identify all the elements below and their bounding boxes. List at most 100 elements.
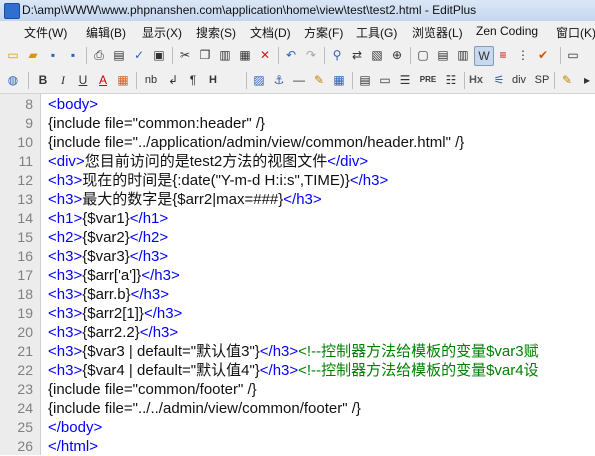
nbsp-button[interactable]: nb — [140, 71, 162, 89]
line-number: 19 — [17, 305, 33, 321]
new-file-icon[interactable]: ▭ — [4, 46, 22, 64]
goto-icon[interactable]: ⊕ — [388, 46, 406, 64]
code-line[interactable]: 10 {include file="../application/admin/vi… — [0, 133, 595, 152]
italic-button[interactable]: I — [54, 71, 72, 89]
heading-button[interactable]: H — [204, 71, 222, 89]
save-icon[interactable]: ▪ — [44, 46, 62, 64]
ruler-icon[interactable]: ≡ — [494, 46, 512, 64]
code-line[interactable]: 12 <h3>现在的时间是{:date("Y-m-d H:i:s",TIME)}<… — [0, 171, 595, 190]
hr-icon[interactable]: — — [290, 71, 308, 89]
list-icon[interactable]: ☷ — [442, 71, 460, 89]
comment-token: <!--控制器方法给模板的变量$var4设 — [298, 362, 539, 379]
menu-browser[interactable]: 浏览器(L) — [412, 24, 463, 41]
span-button[interactable]: SP — [532, 71, 552, 89]
line-code: <h3>{$arr['a']}</h3> — [48, 266, 180, 285]
directory-icon[interactable]: ▥ — [454, 46, 472, 64]
menu-search[interactable]: 搜索(S) — [196, 24, 236, 41]
replace-icon[interactable]: ⇄ — [348, 46, 366, 64]
open-folder-icon[interactable]: ▰ — [24, 46, 42, 64]
menu-zen-coding[interactable]: Zen Coding — [476, 24, 538, 38]
comment-token: <!--控制器方法给模板的变量$var3赋 — [298, 343, 539, 360]
code-line[interactable]: 19 <h3>{$arr2[1]}</h3> — [0, 304, 595, 323]
line-number-icon[interactable]: ⋮ — [514, 46, 532, 64]
comment-pencil-icon[interactable]: ✎ — [310, 71, 328, 89]
delete-icon[interactable]: ✕ — [256, 46, 274, 64]
line-number: 16 — [17, 248, 33, 264]
line-code: <h3>{$var3}</h3> — [48, 247, 168, 266]
code-line[interactable]: 16 <h3>{$var3}</h3> — [0, 247, 595, 266]
input-field-icon[interactable]: ▭ — [376, 71, 394, 89]
line-number: 15 — [17, 229, 33, 245]
form-icon[interactable]: ▤ — [356, 71, 374, 89]
code-line[interactable]: 15 <h2>{$var2}</h2> — [0, 228, 595, 247]
redo-icon[interactable]: ↷ — [302, 46, 320, 64]
save-all-icon[interactable]: ▪ — [64, 46, 82, 64]
html-tag-token: </div> — [327, 153, 369, 170]
code-line[interactable]: 24 {include file="../../admin/view/common… — [0, 399, 595, 418]
copy-icon[interactable]: ❐ — [196, 46, 214, 64]
font-color-icon[interactable]: A — [94, 71, 112, 89]
menu-edit[interactable]: 编辑(B) — [86, 24, 126, 41]
cut-icon[interactable]: ✂ — [176, 46, 194, 64]
fullscreen-icon[interactable]: ▢ — [414, 46, 432, 64]
anchor-icon[interactable]: ⚓ — [270, 71, 288, 89]
code-line[interactable]: 18 <h3>{$arr.b}</h3> — [0, 285, 595, 304]
menu-tools[interactable]: 工具(G) — [356, 24, 397, 41]
css-icon[interactable]: ⚟ — [490, 71, 508, 89]
align-icon[interactable]: ☰ — [396, 71, 414, 89]
line-number: 9 — [25, 115, 33, 131]
bold-button[interactable]: B — [34, 71, 52, 89]
code-line[interactable]: 23 {include file="common/footer" /} — [0, 380, 595, 399]
menu-file[interactable]: 文件(W) — [24, 24, 67, 41]
code-line[interactable]: 22 <h3>{$var4 | default="默认值4"}</h3><!--控… — [0, 361, 595, 380]
browser-globe-icon[interactable]: ◍ — [4, 71, 22, 89]
text-token: {include file="common/footer" /} — [48, 381, 257, 398]
code-line[interactable]: 20 <h3>{$arr2.2}</h3> — [0, 323, 595, 342]
menu-view[interactable]: 显示(X) — [142, 24, 182, 41]
image-icon[interactable]: ▨ — [250, 71, 268, 89]
underline-button[interactable]: U — [74, 71, 92, 89]
table-icon[interactable]: ▦ — [330, 71, 348, 89]
color-palette-icon[interactable]: ▦ — [114, 71, 132, 89]
check-mark-icon[interactable]: ✔ — [534, 46, 552, 64]
code-line[interactable]: 8 <body> — [0, 95, 595, 114]
code-line[interactable]: 13 <h3>最大的数字是{$arr2|max=###}</h3> — [0, 190, 595, 209]
code-line[interactable]: 26 </html> — [0, 437, 595, 456]
paragraph-button[interactable]: ¶ — [184, 71, 202, 89]
line-code: {include file="../application/admin/view… — [48, 133, 464, 152]
find-in-files-icon[interactable]: ▧ — [368, 46, 386, 64]
code-line[interactable]: 9 {include file="common:header" /} — [0, 114, 595, 133]
code-line[interactable]: 17 <h3>{$arr['a']}</h3> — [0, 266, 595, 285]
window-list-icon[interactable]: ▤ — [434, 46, 452, 64]
paste-icon[interactable]: ▥ — [216, 46, 234, 64]
menu-document[interactable]: 文档(D) — [250, 24, 291, 41]
editplus-app-icon — [4, 3, 20, 19]
output-window-icon[interactable]: ▭ — [564, 46, 582, 64]
more-icon[interactable]: ▸ — [578, 71, 595, 89]
pre-button[interactable]: PRE — [416, 71, 440, 89]
text-token: {$var1} — [82, 210, 130, 227]
div-button[interactable]: div — [508, 71, 530, 89]
html-tag-token: </body> — [48, 419, 103, 436]
header-hx-button[interactable]: Hx — [466, 71, 486, 89]
undo-icon[interactable]: ↶ — [282, 46, 300, 64]
line-break-icon[interactable]: ↲ — [164, 71, 182, 89]
print-icon[interactable]: ⎙ — [90, 46, 108, 64]
menu-project[interactable]: 方案(F) — [304, 24, 343, 41]
html-tag-token: </h3> — [130, 286, 169, 303]
line-number: 12 — [17, 172, 33, 188]
clipboard-icon[interactable]: ▦ — [236, 46, 254, 64]
line-code: </body> — [48, 418, 102, 437]
print-preview-icon[interactable]: ▤ — [110, 46, 128, 64]
menu-window[interactable]: 窗口(K) — [556, 24, 595, 41]
code-line[interactable]: 11 <div>您目前访问的是test2方法的视图文件</div> — [0, 152, 595, 171]
code-line[interactable]: 21 <h3>{$var3 | default="默认值3"}</h3><!--控… — [0, 342, 595, 361]
spellcheck-icon[interactable]: ✓ — [130, 46, 148, 64]
preview-icon[interactable]: ▣ — [150, 46, 168, 64]
code-editor[interactable]: 8 <body> 9 {include file="common:header" /}… — [0, 94, 595, 455]
word-wrap-icon[interactable]: W — [474, 46, 494, 66]
edit-icon[interactable]: ✎ — [558, 71, 576, 89]
code-line[interactable]: 14 <h1>{$var1}</h1> — [0, 209, 595, 228]
code-line[interactable]: 25 </body> — [0, 418, 595, 437]
find-icon[interactable]: ⚲ — [328, 46, 346, 64]
